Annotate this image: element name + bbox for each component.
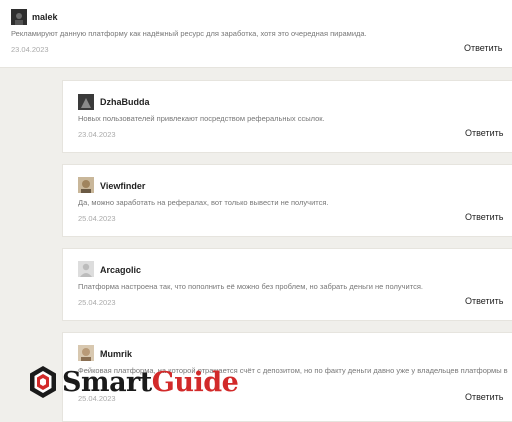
comment-username[interactable]: DzhaBudda (100, 97, 150, 107)
reply-button[interactable]: Ответить (464, 43, 502, 53)
comment-text: Платформа настроена так, что пополнить е… (78, 282, 423, 291)
reply-button[interactable]: Ответить (465, 128, 503, 138)
comment-card-malek: malek Рекламируют данную платформу как н… (0, 0, 512, 68)
logo-text-smart: Smart (62, 366, 152, 398)
comment-text: Да, можно заработать на рефералах, вот т… (78, 198, 329, 207)
comment-card-viewfinder: Viewfinder Да, можно заработать на рефер… (62, 164, 512, 237)
comment-date: 23.04.2023 (78, 130, 116, 139)
avatar[interactable] (78, 345, 94, 361)
comment-username[interactable]: Mumrik (100, 349, 132, 359)
comment-card-dzhabudda: DzhaBudda Новых пользователей привлекают… (62, 80, 512, 153)
avatar[interactable] (78, 177, 94, 193)
comment-username[interactable]: malek (32, 12, 58, 22)
comment-text: Новых пользователей привлекают посредств… (78, 114, 325, 123)
comment-username[interactable]: Viewfinder (100, 181, 145, 191)
avatar[interactable] (78, 261, 94, 277)
avatar[interactable] (78, 94, 94, 110)
reply-button[interactable]: Ответить (465, 296, 503, 306)
comment-date: 23.04.2023 (11, 45, 49, 54)
reply-button[interactable]: Ответить (465, 212, 503, 222)
reply-button[interactable]: Ответить (465, 392, 503, 402)
comment-date: 25.04.2023 (78, 298, 116, 307)
smartguide-watermark: Smart Guide (28, 362, 239, 402)
comment-text: Рекламируют данную платформу как надёжны… (11, 29, 367, 38)
avatar[interactable] (11, 9, 27, 25)
comment-card-arcagolic: Arcagolic Платформа настроена так, что п… (62, 248, 512, 321)
comment-username[interactable]: Arcagolic (100, 265, 141, 275)
smartguide-logo-icon (30, 366, 56, 398)
comment-date: 25.04.2023 (78, 214, 116, 223)
logo-text-guide: Guide (151, 366, 239, 398)
